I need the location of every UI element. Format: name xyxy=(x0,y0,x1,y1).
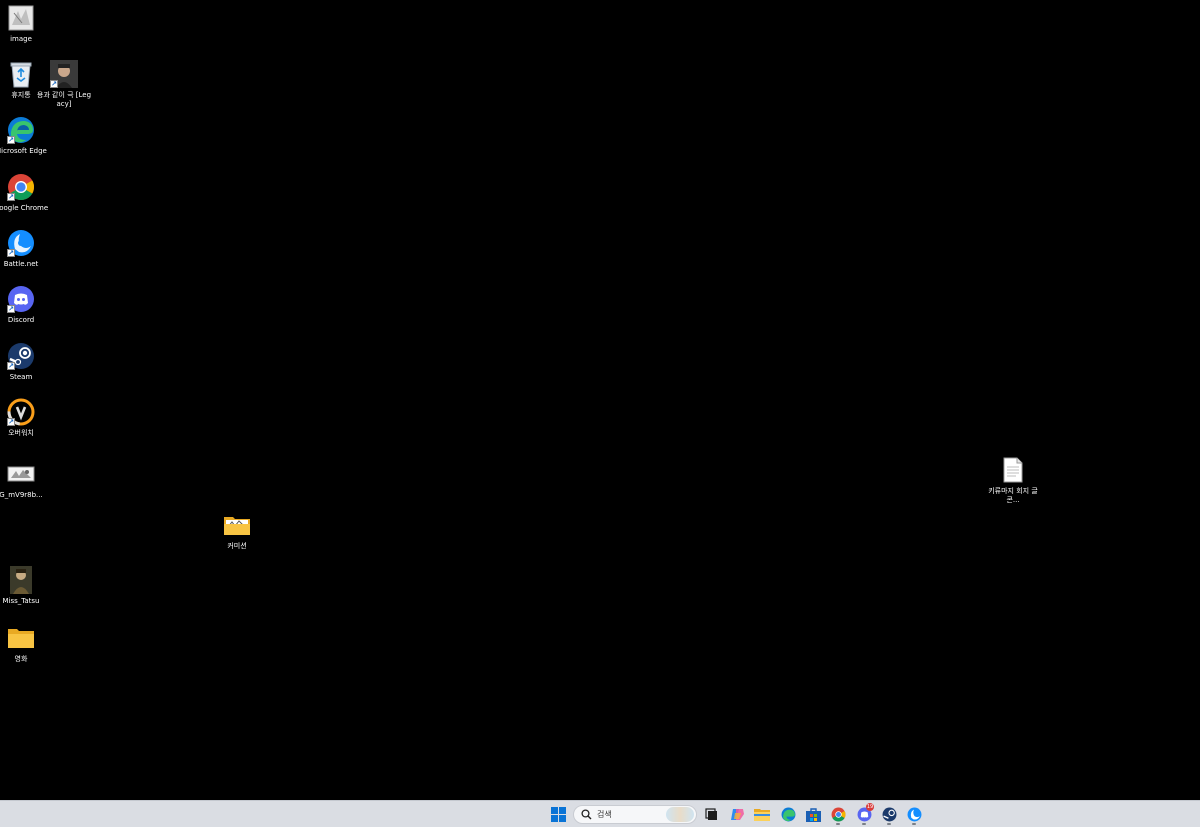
shortcut-arrow-icon: ↗ xyxy=(7,193,15,201)
desktop-icon-movie-folder[interactable]: 영화 xyxy=(0,624,43,664)
store-icon xyxy=(805,807,821,822)
desktop-icon-label: Steam xyxy=(9,373,33,381)
shortcut-arrow-icon: ↗ xyxy=(7,136,15,144)
microsoft-store-button[interactable] xyxy=(802,804,824,825)
desktop-icon-image[interactable]: image xyxy=(0,4,43,44)
desktop-icon-yakuza[interactable]: ↗ 용과 같이 극 [Legacy] xyxy=(37,60,91,108)
chrome-icon xyxy=(831,807,845,822)
search-placeholder: 검색 xyxy=(597,810,612,819)
notification-badge: 19 xyxy=(866,803,874,811)
image-thumbnail-icon xyxy=(7,566,35,594)
desktop-icon-label: 커미션 xyxy=(227,542,247,550)
taskbar: 검색 19 xyxy=(0,800,1200,827)
desktop-icon-chrome[interactable]: ↗ Google Chrome xyxy=(0,173,48,213)
desktop-icon-image-file[interactable]: G_mV9r8b... xyxy=(0,460,43,500)
taskbar-chrome-button[interactable] xyxy=(827,804,849,825)
taskbar-discord-button[interactable]: 19 xyxy=(853,803,875,825)
desktop-icon-label: 키류마지 회지 글콘... xyxy=(988,487,1038,504)
taskbar-edge-button[interactable] xyxy=(777,804,799,825)
taskbar-battlenet-button[interactable] xyxy=(903,804,925,825)
search-highlight-image xyxy=(666,807,694,822)
desktop-icon-edge[interactable]: ↗ Microsoft Edge xyxy=(0,116,47,156)
edge-icon xyxy=(781,807,795,822)
desktop-icon-commission-folder[interactable]: 커미션 xyxy=(215,511,259,551)
task-view-icon xyxy=(704,808,717,820)
taskbar-steam-button[interactable] xyxy=(878,804,900,825)
running-indicator xyxy=(912,823,916,825)
yakuza-game-icon: ↗ xyxy=(50,60,78,88)
recycle-bin-icon xyxy=(7,60,35,88)
desktop-icon-label: image xyxy=(10,35,32,43)
shortcut-arrow-icon: ↗ xyxy=(50,80,58,88)
desktop-icon-label: Google Chrome xyxy=(0,204,49,212)
desktop-icon-miss-tatsu[interactable]: Miss_Tatsu xyxy=(0,566,43,606)
task-view-button[interactable] xyxy=(700,804,722,825)
desktop-icon-label: Microsoft Edge xyxy=(0,147,47,155)
shortcut-arrow-icon: ↗ xyxy=(7,418,15,426)
image-thumbnail-icon xyxy=(7,460,35,488)
desktop-icon-discord[interactable]: ↗ Discord xyxy=(0,285,43,325)
shortcut-arrow-icon: ↗ xyxy=(7,305,15,313)
desktop-icon-text-document[interactable]: 키류마지 회지 글콘... xyxy=(988,456,1038,504)
edge-icon: ↗ xyxy=(7,116,35,144)
start-button[interactable] xyxy=(547,804,569,825)
taskbar-search-box[interactable]: 검색 xyxy=(573,805,697,824)
file-explorer-button[interactable] xyxy=(751,804,773,825)
folder-icon xyxy=(7,624,35,652)
text-document-icon xyxy=(999,456,1027,484)
desktop-icon-label: Battle.net xyxy=(3,260,39,268)
copilot-button[interactable] xyxy=(726,804,748,825)
desktop-icon-overwatch[interactable]: ↗ 오버워치 xyxy=(0,398,43,438)
desktop[interactable]: image 휴지통 ↗ 용과 같이 극 [Legacy] ↗ Microsoft… xyxy=(0,0,1200,800)
overwatch-icon: ↗ xyxy=(7,398,35,426)
copilot-icon xyxy=(730,809,744,820)
running-indicator xyxy=(862,823,866,825)
battlenet-icon xyxy=(907,807,921,822)
folder-icon xyxy=(223,511,251,539)
desktop-icon-battlenet[interactable]: ↗ Battle.net xyxy=(0,229,43,269)
steam-icon xyxy=(882,807,896,822)
desktop-icon-label: G_mV9r8b... xyxy=(0,491,43,499)
desktop-icon-label: 오버워치 xyxy=(8,429,34,437)
desktop-icon-label: Discord xyxy=(7,316,35,324)
desktop-icon-label: Miss_Tatsu xyxy=(2,597,40,605)
steam-icon: ↗ xyxy=(7,342,35,370)
image-thumbnail-icon xyxy=(7,4,35,32)
desktop-icon-steam[interactable]: ↗ Steam xyxy=(0,342,43,382)
running-indicator xyxy=(836,823,840,825)
running-indicator xyxy=(887,823,891,825)
desktop-icon-label: 영화 xyxy=(14,655,28,663)
discord-icon: ↗ xyxy=(7,285,35,313)
desktop-icon-label: 용과 같이 극 [Legacy] xyxy=(36,91,92,108)
search-icon xyxy=(581,809,592,820)
shortcut-arrow-icon: ↗ xyxy=(7,249,15,257)
chrome-icon: ↗ xyxy=(7,173,35,201)
windows-start-icon xyxy=(550,807,566,822)
file-explorer-icon xyxy=(754,809,770,821)
shortcut-arrow-icon: ↗ xyxy=(7,362,15,370)
battlenet-icon: ↗ xyxy=(7,229,35,257)
